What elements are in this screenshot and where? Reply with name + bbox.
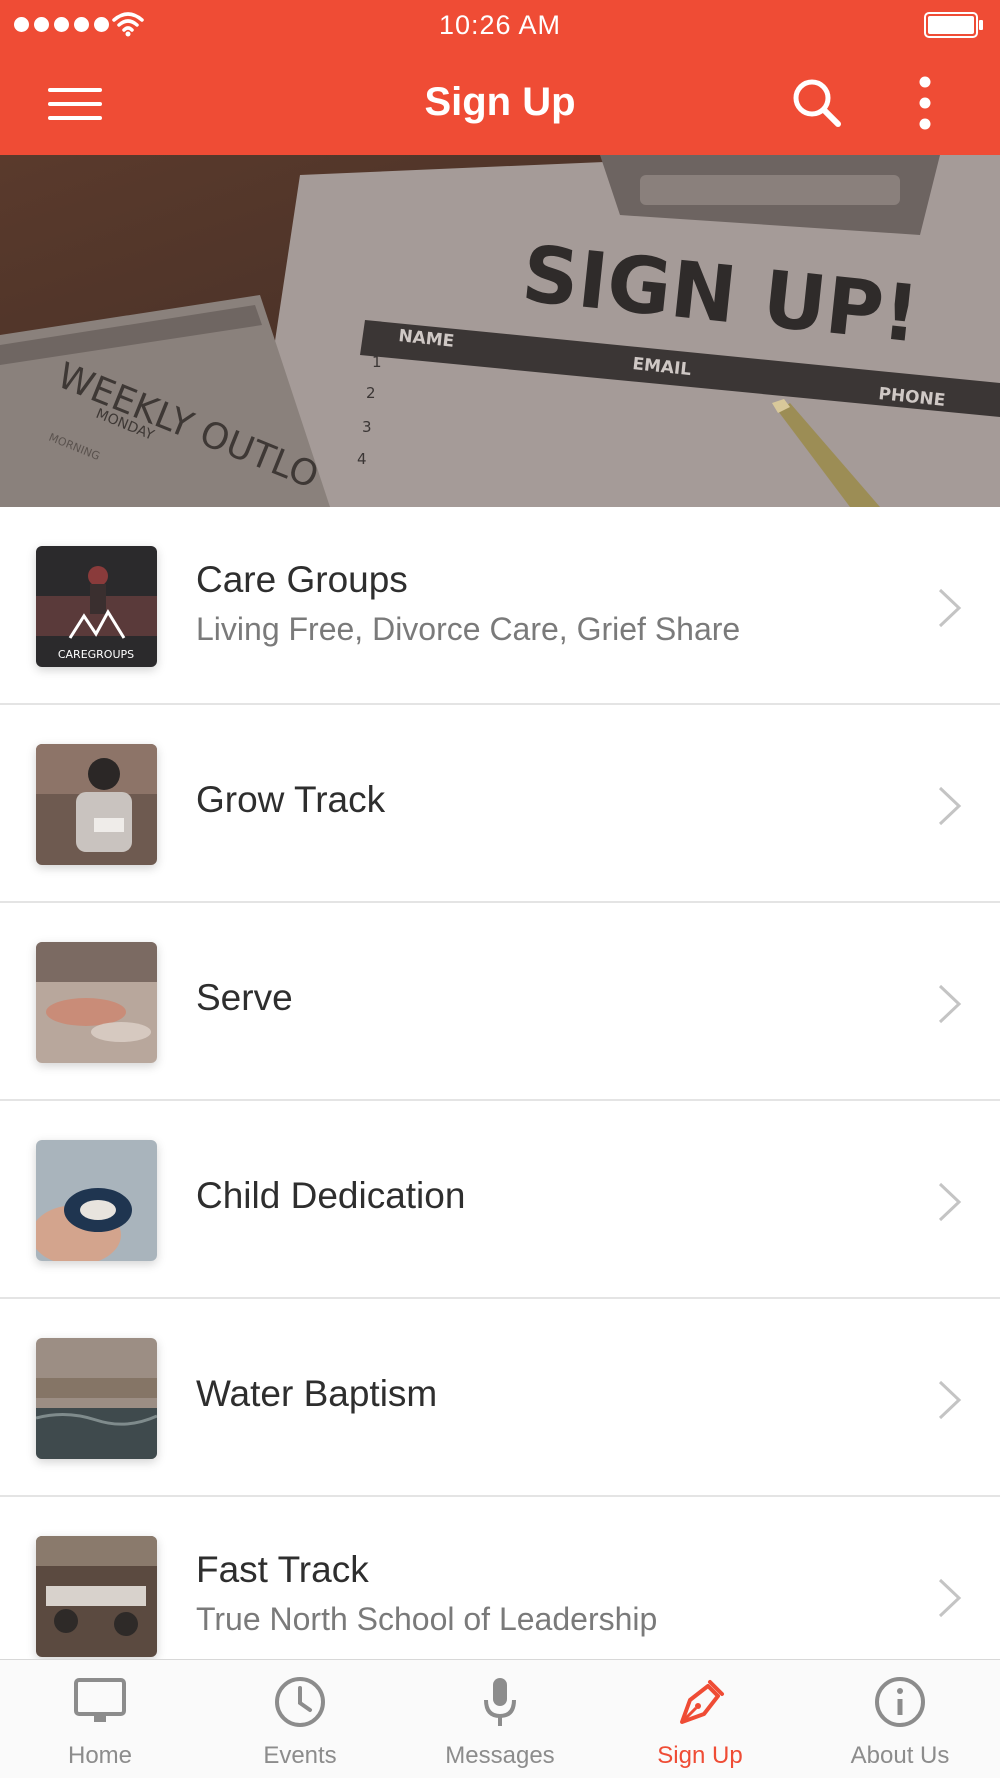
chevron-right-icon xyxy=(938,1578,962,1618)
tab-label: About Us xyxy=(850,1742,950,1769)
tab-label: Home xyxy=(67,1742,133,1769)
grow-track-thumbnail xyxy=(36,744,157,865)
pen-icon xyxy=(680,1680,724,1724)
care-groups-thumbnail: CAREGROUPS xyxy=(36,546,157,667)
hero-row-3: 3 xyxy=(362,418,372,436)
tab-messages[interactable]: Messages xyxy=(400,1660,600,1778)
monitor-icon xyxy=(74,1678,126,1722)
list-item-water-baptism[interactable]: Water Baptism xyxy=(0,1299,1000,1497)
battery-icon xyxy=(924,12,983,38)
tab-label: Sign Up xyxy=(657,1742,743,1769)
hero-row-2: 2 xyxy=(366,384,376,402)
tab-events[interactable]: Events xyxy=(200,1660,400,1778)
hero-banner-image: SIGN UP! NAME EMAIL PHONE 1 2 3 4 WEEKLY… xyxy=(0,155,1000,507)
tab-bar: Home Events Messages Sign Up About Us xyxy=(0,1659,1000,1778)
water-baptism-thumbnail xyxy=(36,1338,157,1459)
tab-about-us[interactable]: About Us xyxy=(800,1660,1000,1778)
microphone-icon xyxy=(484,1678,516,1726)
chevron-right-icon xyxy=(938,1182,962,1222)
list-item-care-groups[interactable]: CAREGROUPS Care Groups Living Free, Divo… xyxy=(0,507,1000,705)
chevron-right-icon xyxy=(938,786,962,826)
signup-sheet-illustration: SIGN UP! NAME EMAIL PHONE 1 2 3 4 WEEKLY… xyxy=(0,155,1000,507)
search-icon[interactable] xyxy=(788,74,846,132)
fast-track-thumbnail xyxy=(36,1536,157,1657)
list-item-fast-track[interactable]: Fast Track True North School of Leadersh… xyxy=(0,1497,1000,1659)
list-item-child-dedication[interactable]: Child Dedication xyxy=(0,1101,1000,1299)
list-item-title: Water Baptism xyxy=(196,1373,438,1414)
chevron-right-icon xyxy=(938,984,962,1024)
tab-home[interactable]: Home xyxy=(0,1660,200,1778)
navigation-bar: Sign Up xyxy=(0,52,1000,155)
hamburger-menu-icon[interactable] xyxy=(40,78,110,130)
chevron-right-icon xyxy=(938,1380,962,1420)
info-icon xyxy=(875,1677,925,1727)
list-item-title: Serve xyxy=(196,977,293,1018)
list-item-title: Grow Track xyxy=(196,779,386,820)
chevron-right-icon xyxy=(938,588,962,628)
serve-thumbnail xyxy=(36,942,157,1063)
top-bar: 10:26 AM Sign Up xyxy=(0,0,1000,155)
hero-row-1: 1 xyxy=(372,353,382,371)
tab-sign-up[interactable]: Sign Up xyxy=(600,1660,800,1778)
list-item-grow-track[interactable]: Grow Track xyxy=(0,705,1000,903)
child-dedication-thumbnail xyxy=(36,1140,157,1261)
thumb-caption: CAREGROUPS xyxy=(58,648,134,661)
clock-icon xyxy=(275,1677,325,1727)
list-item-title: Child Dedication xyxy=(196,1175,466,1216)
list-item-serve[interactable]: Serve xyxy=(0,903,1000,1101)
page-title: Sign Up xyxy=(424,80,576,124)
list-item-subtitle: Living Free, Divorce Care, Grief Share xyxy=(196,611,741,647)
status-bar: 10:26 AM xyxy=(0,0,1000,52)
hero-row-4: 4 xyxy=(357,450,367,468)
more-vertical-icon[interactable] xyxy=(905,70,945,136)
list-item-title: Fast Track xyxy=(196,1549,369,1590)
list-item-title: Care Groups xyxy=(196,559,408,600)
signup-list: CAREGROUPS Care Groups Living Free, Divo… xyxy=(0,507,1000,1659)
tab-label: Events xyxy=(263,1742,337,1769)
status-time: 10:26 AM xyxy=(438,10,562,40)
list-item-subtitle: True North School of Leadership xyxy=(196,1601,658,1637)
tab-label: Messages xyxy=(445,1742,555,1769)
